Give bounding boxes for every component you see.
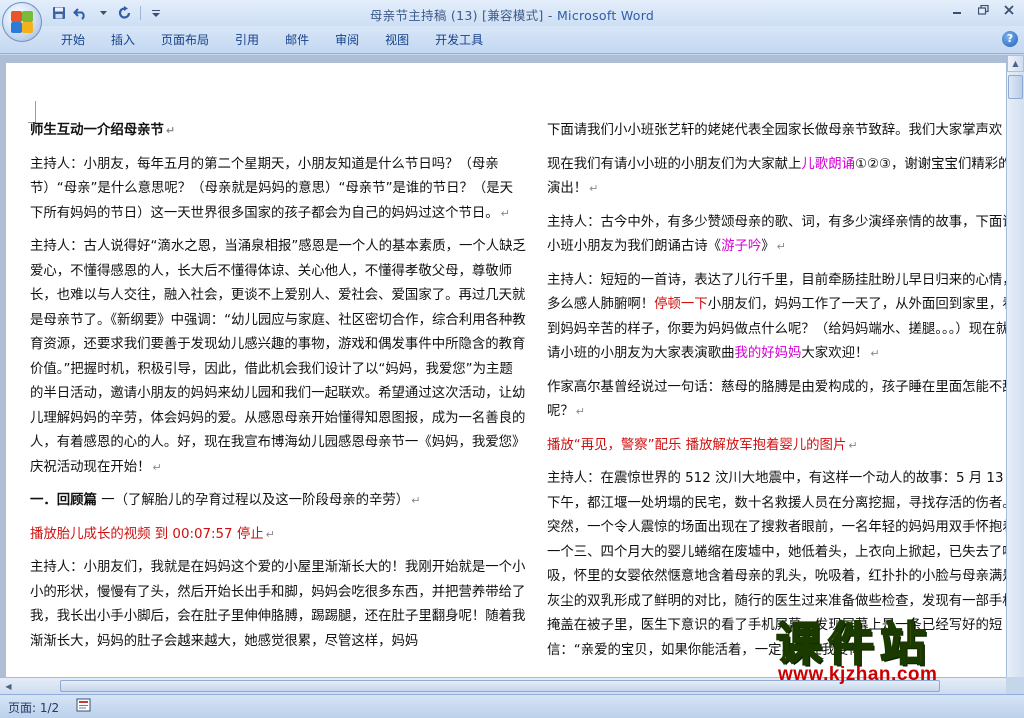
paragraph-text: 》 (761, 239, 775, 254)
document-area[interactable]: 师生互动一介绍母亲节 ↵ 主持人：小朋友，每年五月的第二个星期天，小朋友知道是什么… (0, 55, 1006, 677)
highlight-song-title: 我的好妈妈 (734, 346, 802, 361)
paragraph-intro: 主持人：小朋友，每年五月的第二个星期天，小朋友知道是什么节日吗？（母亲节）“母亲… (30, 153, 526, 227)
paragraph-mark-icon: ↵ (411, 494, 421, 507)
paragraph-mark-icon: ↵ (152, 460, 162, 474)
restore-icon[interactable] (970, 0, 996, 20)
minimize-icon[interactable] (944, 0, 970, 20)
document-title: 母亲节主持稿 (13) [兼容模式] (369, 8, 544, 23)
tab-view[interactable]: 视图 (372, 31, 422, 49)
video-instruction-text: 播放胎儿成长的视频 到 00:07:57 停止 (30, 526, 264, 542)
ribbon-tabs: 开始 插入 页面布局 引用 邮件 审阅 视图 开发工具 (48, 31, 496, 49)
paragraph-growth: 主持人：小朋友们，我就是在妈妈这个爱的小屋里渐渐长大的！我刚开始就是一个小小的形… (30, 556, 526, 654)
tab-references[interactable]: 引用 (222, 31, 272, 49)
kjzhan-watermark-logo: 课件站 www.kjzhan.com (768, 608, 1018, 696)
window-controls (944, 0, 1022, 20)
tab-page-layout[interactable]: 页面布局 (148, 31, 222, 49)
title-bar: 母亲节主持稿 (13) [兼容模式] - Microsoft Word (0, 0, 1024, 26)
paragraph-song: 主持人：短短的一首诗，表达了儿行千里，目前牵肠挂肚盼儿早日归来的心情，多么感人肺… (547, 269, 1006, 367)
status-bar: 页面: 1/2 (0, 694, 1024, 718)
music-instruction-text: 播放“再见，警察”配乐 播放解放军抱着婴儿的图片 (547, 437, 847, 453)
vertical-scrollbar[interactable]: ▲ (1006, 55, 1024, 677)
watermark-url: www.kjzhan.com (778, 664, 938, 685)
pause-instruction: 停顿一下 (654, 297, 708, 312)
paragraph-text: 主持人：古人说得好“滴水之恩，当涌泉相报”感恩是一个人的基本素质，一个人缺乏爱心… (30, 239, 526, 475)
tab-insert[interactable]: 插入 (98, 31, 148, 49)
ribbon: 开始 插入 页面布局 引用 邮件 审阅 视图 开发工具 ? (0, 26, 1024, 54)
paragraph-mark-icon: ↵ (575, 405, 585, 418)
app-name: Microsoft Word (556, 8, 655, 23)
paragraph-text: 大家欢迎！ (801, 346, 869, 361)
document-page[interactable]: 师生互动一介绍母亲节 ↵ 主持人：小朋友，每年五月的第二个星期天，小朋友知道是什么… (6, 63, 1006, 677)
paragraph-mark-icon: ↵ (500, 206, 510, 220)
office-button[interactable] (2, 2, 42, 42)
paragraph-mark-icon: ↵ (265, 527, 275, 541)
section-subtitle: 一（了解胎儿的孕育过程以及这一阶段母亲的辛劳） (96, 493, 410, 508)
paragraph-mark-icon: ↵ (848, 438, 858, 452)
paragraph-poem-recital: 现在我们有请小小班的小朋友们为大家献上儿歌朗诵①②③，谢谢宝宝们精彩的演出！ ↵ (547, 153, 1006, 202)
vertical-scroll-thumb[interactable] (1008, 75, 1023, 99)
office-logo-icon (9, 9, 35, 35)
tab-developer[interactable]: 开发工具 (422, 31, 496, 49)
paragraph-mark-icon: ↵ (165, 124, 176, 137)
paragraph-gratitude: 主持人：古人说得好“滴水之恩，当涌泉相报”感恩是一个人的基本素质，一个人缺乏爱心… (30, 235, 526, 480)
tab-review[interactable]: 审阅 (322, 31, 372, 49)
paragraph-mark-icon: ↵ (589, 182, 599, 195)
close-icon[interactable] (996, 0, 1022, 20)
paragraph-mark-icon: ↵ (870, 347, 880, 360)
highlight-poem-title: 游子吟 (721, 239, 762, 254)
tab-home[interactable]: 开始 (48, 31, 98, 49)
proofing-book-icon[interactable] (76, 698, 92, 712)
heading-text: 师生互动一介绍母亲节 (30, 123, 164, 138)
title-separator: - (543, 8, 557, 23)
paragraph-gorky-quote: 作家高尔基曾经说过一句话：慈母的胳膊是由爱构成的，孩子睡在里面怎能不甜呢？ ↵ (547, 376, 1006, 425)
left-column: 师生互动一介绍母亲节 ↵ 主持人：小朋友，每年五月的第二个星期天，小朋友知道是什么… (30, 119, 526, 663)
help-icon[interactable]: ? (1002, 31, 1018, 47)
paragraph-mark-icon: ↵ (776, 240, 786, 253)
paragraph-text: 主持人：小朋友，每年五月的第二个星期天，小朋友知道是什么节日吗？（母亲节）“母亲… (30, 156, 514, 221)
scroll-left-icon[interactable]: ◀ (0, 678, 17, 694)
highlight-children-poem: 儿歌朗诵 (801, 156, 855, 172)
scroll-up-icon[interactable]: ▲ (1007, 55, 1024, 72)
window-title: 母亲节主持稿 (13) [兼容模式] - Microsoft Word (0, 5, 1024, 24)
page-counter[interactable]: 页面: 1/2 (8, 699, 59, 716)
paragraph-text: 主持人：小朋友们，我就是在妈妈这个爱的小屋里渐渐长大的！我刚开始就是一个小小的形… (30, 560, 526, 649)
paragraph-text: 作家高尔基曾经说过一句话：慈母的胳膊是由爱构成的，孩子睡在里面怎能不甜呢？ (547, 379, 1006, 420)
video-instruction: 播放胎儿成长的视频 到 00:07:57 停止 ↵ (30, 523, 526, 548)
paragraph-speech: 下面请我们小小班张艺轩的姥姥代表全园家长做母亲节致辞。我们大家掌声欢 (547, 119, 1006, 144)
heading-interaction: 师生互动一介绍母亲节 ↵ (30, 119, 526, 144)
music-instruction: 播放“再见，警察”配乐 播放解放军抱着婴儿的图片 ↵ (547, 434, 1006, 459)
section-title: 一．回顾篇 (30, 493, 97, 508)
paragraph-ancient-poem: 主持人：古今中外，有多少赞颂母亲的歌、词，有多少演绎亲情的故事，下面请小班小朋友… (547, 211, 1006, 260)
paragraph-text: 下面请我们小小班张艺轩的姥姥代表全园家长做母亲节致辞。我们大家掌声欢 (547, 123, 1003, 138)
paragraph-text: 现在我们有请小小班的小朋友们为大家献上 (547, 156, 802, 172)
right-column: 下面请我们小小班张艺轩的姥姥代表全园家长做母亲节致辞。我们大家掌声欢 现在我们有… (547, 119, 1006, 672)
section-heading: 一．回顾篇 一（了解胎儿的孕育过程以及这一阶段母亲的辛劳） ↵ (30, 489, 526, 514)
tab-mailings[interactable]: 邮件 (272, 31, 322, 49)
